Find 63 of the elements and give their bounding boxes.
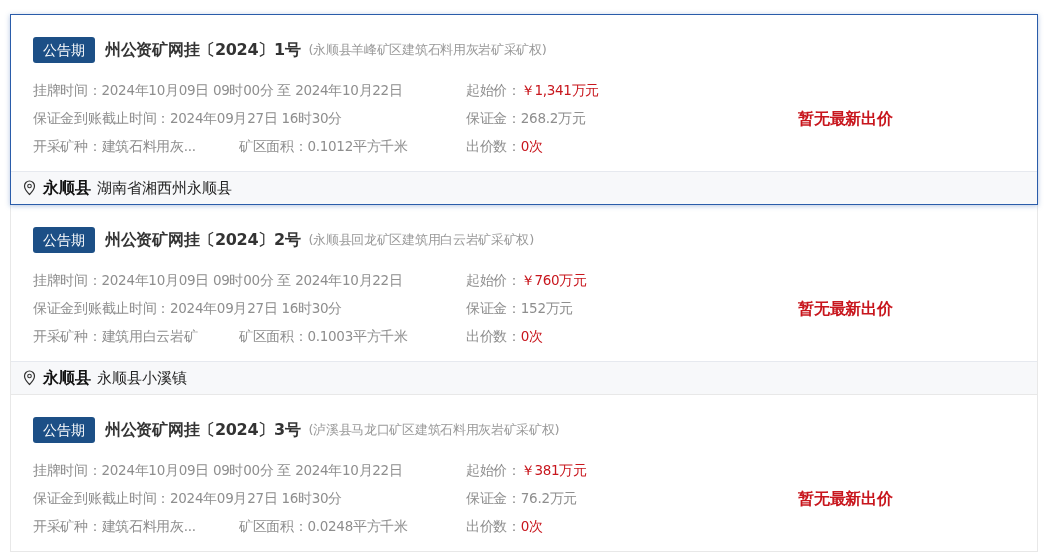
field-label: 挂牌时间： bbox=[33, 272, 102, 288]
field-label: 起始价： bbox=[466, 272, 521, 288]
status-badge: 公告期 bbox=[33, 417, 95, 443]
field-label: 矿区面积： bbox=[239, 518, 308, 534]
status-badge: 公告期 bbox=[33, 37, 95, 63]
listing-title[interactable]: 州公资矿网挂〔2024〕1号 bbox=[105, 39, 301, 61]
field-label: 矿区面积： bbox=[239, 138, 308, 154]
field-value: 建筑用白云岩矿 bbox=[101, 328, 198, 344]
field-value: 2024年10月09日 09时00分 至 2024年10月22日 bbox=[101, 462, 403, 478]
field-value: ￥760万元 bbox=[520, 272, 587, 288]
field-label: 出价数： bbox=[466, 138, 521, 154]
listing-subtitle: (泸溪县马龙口矿区建筑石料用灰岩矿采矿权) bbox=[308, 421, 560, 439]
field-label: 保证金： bbox=[466, 300, 521, 316]
field-label: 出价数： bbox=[466, 328, 521, 344]
latest-bid-status: 暂无最新出价 bbox=[798, 488, 893, 510]
field-label: 保证金： bbox=[466, 110, 521, 126]
field-value: ￥381万元 bbox=[520, 462, 587, 478]
county-name: 永顺县 bbox=[43, 177, 91, 199]
field-label: 出价数： bbox=[466, 518, 521, 534]
field-label: 挂牌时间： bbox=[33, 462, 102, 478]
field-label: 开采矿种： bbox=[33, 518, 102, 534]
field-value: 0.1003平方千米 bbox=[307, 328, 408, 344]
field-label: 保证金到账截止时间： bbox=[33, 110, 170, 126]
field-value: 0次 bbox=[520, 138, 543, 154]
county-name: 永顺县 bbox=[43, 367, 91, 389]
listing-title[interactable]: 州公资矿网挂〔2024〕2号 bbox=[105, 229, 301, 251]
field-label: 开采矿种： bbox=[33, 138, 102, 154]
location-pin-icon bbox=[23, 370, 36, 386]
field-label: 开采矿种： bbox=[33, 328, 102, 344]
field-label: 保证金： bbox=[466, 490, 521, 506]
listing-card[interactable]: 公告期 州公资矿网挂〔2024〕1号 (永顺县羊峰矿区建筑石料用灰岩矿采矿权) 挂牌时间：2024年10月09日 09时00分 至 2024年10月22日 起始价：￥1,341万元 保证金到账截止时间：2024年09月27日 16时30分 保证金：268.2万元 开采矿种：建筑石料用灰... 矿区面积：0.1012平方千米 出价数：0次 暂无最新出价 永顺县 湖南省湘西州永顺县 bbox=[10, 14, 1038, 205]
field-value: 2024年10月09日 09时00分 至 2024年10月22日 bbox=[101, 82, 403, 98]
field-label: 起始价： bbox=[466, 462, 521, 478]
listing-card[interactable]: 公告期 州公资矿网挂〔2024〕2号 (永顺县回龙矿区建筑用白云岩矿采矿权) 挂牌时间：2024年10月09日 09时00分 至 2024年10月22日 起始价：￥760万元 保证金到账截止时间：2024年09月27日 16时30分 保证金：152万元 开采矿种：建筑用白云岩矿 矿区面积：0.1003平方千米 出价数：0次 暂无最新出价 永顺县 永顺县小溪镇 bbox=[10, 205, 1038, 395]
field-label: 保证金到账截止时间： bbox=[33, 490, 170, 506]
field-value: 建筑石料用灰... bbox=[101, 138, 196, 154]
field-value: 建筑石料用灰... bbox=[101, 518, 196, 534]
field-value: 152万元 bbox=[520, 300, 574, 316]
field-value: 268.2万元 bbox=[520, 110, 586, 126]
field-value: 2024年09月27日 16时30分 bbox=[170, 490, 342, 506]
field-value: 2024年09月27日 16时30分 bbox=[170, 110, 342, 126]
field-value: 0.0248平方千米 bbox=[307, 518, 408, 534]
latest-bid-status: 暂无最新出价 bbox=[798, 108, 893, 130]
field-value: 76.2万元 bbox=[520, 490, 578, 506]
field-label: 挂牌时间： bbox=[33, 82, 102, 98]
field-value: ￥1,341万元 bbox=[520, 82, 600, 98]
field-label: 起始价： bbox=[466, 82, 521, 98]
listing-subtitle: (永顺县回龙矿区建筑用白云岩矿采矿权) bbox=[308, 231, 534, 249]
location-address: 永顺县小溪镇 bbox=[97, 368, 187, 388]
location-address: 湖南省湘西州永顺县 bbox=[97, 178, 232, 198]
location-pin-icon bbox=[23, 180, 36, 196]
field-value: 0次 bbox=[520, 518, 543, 534]
status-badge: 公告期 bbox=[33, 227, 95, 253]
field-value: 2024年10月09日 09时00分 至 2024年10月22日 bbox=[101, 272, 403, 288]
field-label: 矿区面积： bbox=[239, 328, 308, 344]
latest-bid-status: 暂无最新出价 bbox=[798, 298, 893, 320]
listing-title[interactable]: 州公资矿网挂〔2024〕3号 bbox=[105, 419, 301, 441]
listing-subtitle: (永顺县羊峰矿区建筑石料用灰岩矿采矿权) bbox=[308, 41, 547, 59]
field-value: 0.1012平方千米 bbox=[307, 138, 408, 154]
listing-card[interactable]: 公告期 州公资矿网挂〔2024〕3号 (泸溪县马龙口矿区建筑石料用灰岩矿采矿权) 挂牌时间：2024年10月09日 09时00分 至 2024年10月22日 起始价：￥381万元 保证金到账截止时间：2024年09月27日 16时30分 保证金：76.2万元 开采矿种：建筑石料用灰... 矿区面积：0.0248平方千米 出价数：0次 暂无最新出价 bbox=[10, 395, 1038, 552]
field-value: 2024年09月27日 16时30分 bbox=[170, 300, 342, 316]
field-value: 0次 bbox=[520, 328, 543, 344]
field-label: 保证金到账截止时间： bbox=[33, 300, 170, 316]
